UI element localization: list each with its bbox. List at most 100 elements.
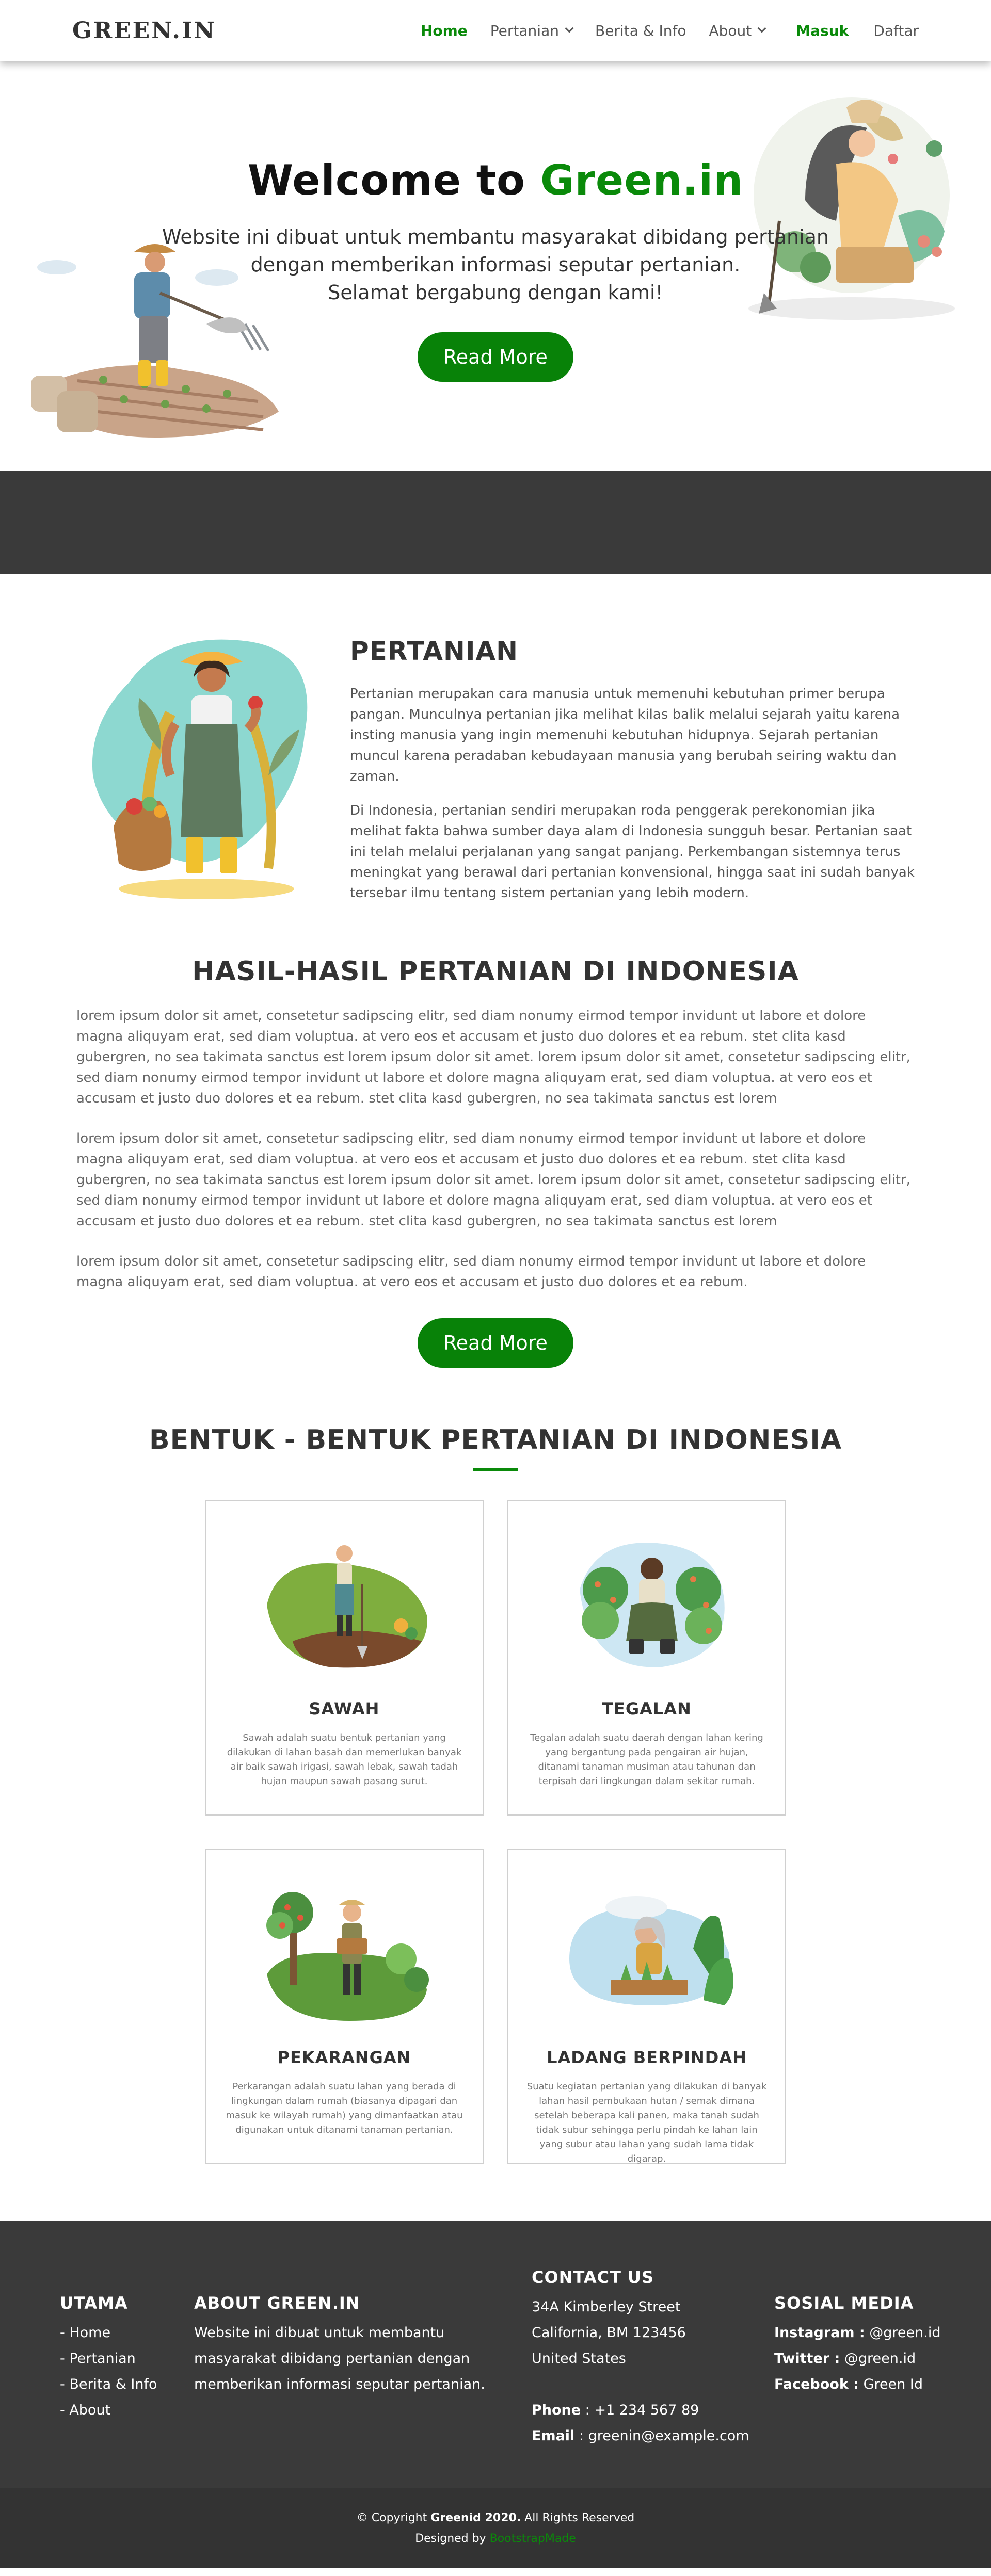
hero-content: Welcome to Green.in Website ini dibuat u… xyxy=(0,156,991,382)
hero-line-2: dengan memberikan informasi seputar pert… xyxy=(250,253,741,276)
login-link[interactable]: Masuk xyxy=(796,22,849,39)
pertanian-paragraph-2: Di Indonesia, pertanian sendiri merupaka… xyxy=(350,803,915,901)
footer-spacer xyxy=(532,2372,749,2397)
hasil-section: HASIL-HASIL PERTANIAN DI INDONESIA lorem… xyxy=(0,956,991,1368)
footer-twitter-label: Twitter : xyxy=(774,2351,840,2367)
footer-utama-list: - Home - Pertanian - Berita & Info - Abo… xyxy=(60,2320,157,2423)
footer-contact-title: CONTACT US xyxy=(532,2267,654,2287)
sawah-illustration xyxy=(267,1545,427,1668)
pertanian-paragraph-1: Pertanian merupakan cara manusia untuk m… xyxy=(350,686,900,784)
footer-utama: UTAMA - Home - Pertanian - Berita & Info… xyxy=(60,2293,157,2423)
footer-address-3: United States xyxy=(532,2351,626,2367)
navbar: GREEN.IN Home Pertanian Berita & Info Ab… xyxy=(0,0,991,61)
copyright-bar: © Copyright Greenid 2020. All Rights Res… xyxy=(0,2488,991,2568)
hero-description: Website ini dibuat untuk membantu masyar… xyxy=(0,223,991,306)
tegalan-illustration xyxy=(580,1543,725,1667)
footer-about: ABOUT GREEN.IN Website ini dibuat untuk … xyxy=(194,2293,504,2397)
footer-facebook-label: Facebook : xyxy=(774,2376,859,2392)
pekarangan-illustration xyxy=(266,1892,429,2021)
card-sawah[interactable]: SAWAH Sawah adalah suatu bentuk pertania… xyxy=(205,1500,484,1816)
footer-link-berita[interactable]: - Berita & Info xyxy=(60,2372,157,2397)
card-pekarangan-title: PEKARANGAN xyxy=(277,2048,411,2067)
designer-link[interactable]: BootstrapMade xyxy=(490,2532,576,2545)
chevron-down-icon xyxy=(565,24,574,33)
brand-logo[interactable]: GREEN.IN xyxy=(72,18,216,44)
hasil-button-wrap: Read More xyxy=(76,1318,915,1368)
footer-email-label: Email xyxy=(532,2428,575,2444)
pertanian-text: PERTANIAN Pertanian merupakan cara manus… xyxy=(350,636,923,903)
footer-phone-value[interactable]: : +1 234 567 89 xyxy=(581,2402,699,2418)
pertanian-title: PERTANIAN xyxy=(350,636,518,666)
card-sawah-desc: Sawah adalah suatu bentuk pertanian yang… xyxy=(227,1732,462,1787)
card-tegalan[interactable]: TEGALAN Tegalan adalah suatu daerah deng… xyxy=(507,1500,786,1816)
bentuk-cards: SAWAH Sawah adalah suatu bentuk pertania… xyxy=(0,1500,991,2164)
nav-pertanian-dropdown[interactable]: Pertanian xyxy=(490,22,574,39)
card-pekarangan[interactable]: PEKARANGAN Perkarangan adalah suatu laha… xyxy=(205,1849,484,2164)
hero-read-more-button[interactable]: Read More xyxy=(418,332,573,382)
nav-pertanian-label: Pertanian xyxy=(490,22,559,39)
nav-auth: Masuk Daftar xyxy=(796,22,919,39)
bentuk-title: BENTUK - BENTUK PERTANIAN DI INDONESIA xyxy=(149,1424,842,1455)
copyright-brand: Greenid 2020. xyxy=(430,2512,521,2524)
nav-about-label: About xyxy=(709,22,752,39)
footer-link-pertanian[interactable]: - Pertanian xyxy=(60,2346,157,2372)
hero-title-accent: Green.in xyxy=(540,156,744,204)
footer-social: SOSIAL MEDIA Instagram : @green.id Twitt… xyxy=(774,2293,940,2397)
pertanian-section: PERTANIAN Pertanian merupakan cara manus… xyxy=(0,574,991,956)
footer-instagram-handle: @green.id xyxy=(865,2325,941,2341)
nav-menu: Home Pertanian Berita & Info About Masuk… xyxy=(421,22,919,39)
card-ladang-title: LADANG BERPINDAH xyxy=(547,2048,747,2067)
title-underline xyxy=(473,1468,518,1471)
dark-band xyxy=(0,471,991,574)
footer-facebook[interactable]: Facebook : Green Id xyxy=(774,2372,940,2397)
footer-instagram[interactable]: Instagram : @green.id xyxy=(774,2320,940,2346)
nav-berita-link[interactable]: Berita & Info xyxy=(595,22,686,39)
footer-instagram-label: Instagram : xyxy=(774,2325,865,2341)
footer: UTAMA - Home - Pertanian - Berita & Info… xyxy=(0,2221,991,2488)
card-tegalan-title: TEGALAN xyxy=(602,1699,692,1719)
hasil-read-more-button[interactable]: Read More xyxy=(418,1318,573,1368)
hero-line-3: Selamat bergabung dengan kami! xyxy=(328,281,663,304)
nav-links: Home Pertanian Berita & Info About xyxy=(421,22,766,39)
card-tegalan-desc: Tegalan adalah suatu daerah dengan lahan… xyxy=(530,1732,763,1787)
nav-home-link[interactable]: Home xyxy=(421,22,468,39)
hero-line-1: Website ini dibuat untuk membantu masyar… xyxy=(162,225,829,248)
card-ladang[interactable]: LADANG BERPINDAH Suatu kegiatan pertania… xyxy=(507,1849,786,2164)
hasil-paragraph-2: lorem ipsum dolor sit amet, consetetur s… xyxy=(76,1131,910,1229)
footer-twitter[interactable]: Twitter : @green.id xyxy=(774,2346,940,2372)
hero-section: Welcome to Green.in Website ini dibuat u… xyxy=(0,61,991,471)
copyright-suffix: All Rights Reserved xyxy=(521,2512,635,2524)
hasil-paragraph-3: lorem ipsum dolor sit amet, consetetur s… xyxy=(76,1254,866,1290)
designed-by-label: Designed by xyxy=(415,2532,490,2545)
nav-about-dropdown[interactable]: About xyxy=(709,22,766,39)
footer-email-value[interactable]: : greenin@example.com xyxy=(574,2428,749,2444)
footer-social-title: SOSIAL MEDIA xyxy=(774,2293,914,2313)
farmer-woman-illustration xyxy=(92,639,308,899)
ladang-illustration xyxy=(569,1896,733,2005)
footer-contact: CONTACT US 34A Kimberley Street Californ… xyxy=(532,2267,749,2449)
card-ladang-desc: Suatu kegiatan pertanian yang dilakukan … xyxy=(526,2081,767,2164)
footer-link-home[interactable]: - Home xyxy=(60,2320,157,2346)
footer-email: Email : greenin@example.com xyxy=(532,2423,749,2449)
footer-utama-title: UTAMA xyxy=(60,2293,128,2313)
footer-twitter-handle: @green.id xyxy=(840,2351,916,2367)
designed-by-line: Designed by BootstrapMade xyxy=(0,2529,991,2549)
card-pekarangan-desc: Perkarangan adalah suatu lahan yang bera… xyxy=(226,2081,463,2135)
footer-phone: Phone : +1 234 567 89 xyxy=(532,2397,749,2423)
register-link[interactable]: Daftar xyxy=(873,22,919,39)
footer-link-about[interactable]: - About xyxy=(60,2397,157,2423)
copyright-prefix: © Copyright xyxy=(356,2512,431,2524)
copyright-line: © Copyright Greenid 2020. All Rights Res… xyxy=(0,2508,991,2529)
footer-phone-label: Phone xyxy=(532,2402,581,2418)
hero-title-prefix: Welcome to xyxy=(247,156,540,204)
chevron-down-icon xyxy=(757,24,766,33)
footer-facebook-handle: Green Id xyxy=(858,2376,923,2392)
hasil-paragraph-1: lorem ipsum dolor sit amet, consetetur s… xyxy=(76,1008,910,1106)
footer-address-1: 34A Kimberley Street xyxy=(532,2299,681,2315)
bentuk-section: BENTUK - BENTUK PERTANIAN DI INDONESIA S… xyxy=(0,1424,991,2164)
footer-social-lines: Instagram : @green.id Twitter : @green.i… xyxy=(774,2320,940,2397)
hero-title: Welcome to Green.in xyxy=(0,156,991,204)
hasil-title: HASIL-HASIL PERTANIAN DI INDONESIA xyxy=(192,956,799,987)
footer-address-2: California, BM 123456 xyxy=(532,2325,686,2341)
footer-about-title: ABOUT GREEN.IN xyxy=(194,2293,360,2313)
